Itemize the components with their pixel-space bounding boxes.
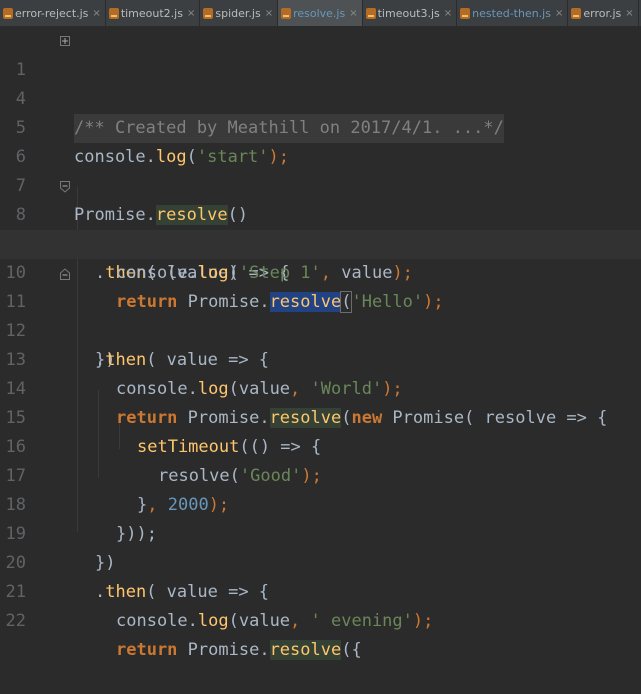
tab-label: error-reject.js xyxy=(15,6,89,20)
close-icon[interactable]: × xyxy=(555,8,563,19)
token: , xyxy=(290,611,301,631)
code-editor[interactable]: 1 /** Created by Meathill on 2017/4/1. .… xyxy=(0,27,641,660)
js-file-icon xyxy=(108,7,119,19)
token: resolve xyxy=(269,640,342,660)
tab-error-reject[interactable]: error-reject.js × xyxy=(0,0,106,26)
code-line: 16 resolve('Good'); xyxy=(0,404,641,486)
editor-tab-bar: error-reject.js × timeout2.js × spider.j… xyxy=(0,0,641,27)
js-file-icon xyxy=(203,7,214,19)
tab-error[interactable]: error.js × xyxy=(568,0,639,26)
code-line: 6 xyxy=(0,114,641,167)
tab-label: nested-then.js xyxy=(472,6,551,20)
code-line-current: 10 return Promise.resolve('Hello'); xyxy=(0,230,641,313)
tab-nested-then[interactable]: nested-then.js × xyxy=(457,0,569,26)
code-line: 17 }, 2000); xyxy=(0,433,641,515)
code-line: 21 console.log(value, ' evening'); xyxy=(0,549,641,631)
code-line: 20 .then( value => { xyxy=(0,520,641,602)
code-line: 13 console.log(value, 'World'); xyxy=(0,317,641,399)
close-icon[interactable]: × xyxy=(187,8,195,19)
token: Promise xyxy=(177,640,260,660)
code-line: 12 .then( value => { xyxy=(0,288,641,370)
close-icon[interactable]: × xyxy=(265,8,273,19)
tab-timeout3[interactable]: timeout3.js × xyxy=(363,0,458,26)
code-line: 15 setTimeout(() => { xyxy=(0,375,641,457)
js-file-icon xyxy=(460,7,471,19)
code-line: 19 }) xyxy=(0,491,641,573)
tab-timeout2[interactable]: timeout2.js × xyxy=(106,0,201,26)
code-line: 4 xyxy=(0,56,641,109)
code-line: 22 return Promise.resolve({ xyxy=(0,578,641,660)
js-file-icon xyxy=(365,7,376,19)
tab-label: resolve.js xyxy=(293,6,346,20)
tab-label: spider.js xyxy=(215,6,261,20)
token: console xyxy=(116,611,188,631)
token: ({ xyxy=(341,640,362,660)
token: (value xyxy=(228,611,291,631)
tab-label: timeout3.js xyxy=(377,6,440,20)
js-file-icon xyxy=(571,7,582,19)
tab-label: timeout2.js xyxy=(120,6,183,20)
fold-collapse-icon[interactable] xyxy=(60,181,70,193)
close-icon[interactable]: × xyxy=(625,8,633,19)
close-icon[interactable]: × xyxy=(444,8,452,19)
close-icon[interactable]: × xyxy=(349,8,357,19)
tab-label: error.js xyxy=(583,6,622,20)
token: log xyxy=(197,611,229,631)
token: ' evening' xyxy=(300,611,413,631)
token: . xyxy=(259,640,270,660)
js-file-icon xyxy=(3,7,13,19)
code-text: return Promise.resolve({ xyxy=(116,636,362,665)
fold-expand-icon[interactable] xyxy=(60,36,70,46)
code-line: 9 console.log('Step 1', value); xyxy=(0,201,641,283)
code-line: 14 return Promise.resolve(new Promise( r… xyxy=(0,346,641,428)
code-line: 8 .then( (value) => { xyxy=(0,172,641,283)
tab-spider[interactable]: spider.js × xyxy=(200,0,279,26)
token: . xyxy=(187,611,198,631)
token: ); xyxy=(412,611,434,631)
js-file-icon xyxy=(281,7,292,19)
close-icon[interactable]: × xyxy=(92,8,100,19)
code-text: console.log(value, ' evening'); xyxy=(116,607,433,636)
code-line: 5 console.log('start'); xyxy=(0,85,641,167)
token: return xyxy=(116,640,178,660)
code-line: 11 }) xyxy=(0,259,641,370)
line-number: 22 xyxy=(5,611,26,631)
code-line: 1 /** Created by Meathill on 2017/4/1. .… xyxy=(0,27,641,143)
tab-resolve[interactable]: resolve.js × xyxy=(278,0,363,26)
code-line: 7 Promise.resolve() xyxy=(0,143,641,225)
fold-end-icon[interactable] xyxy=(60,268,70,280)
code-line: 18 })); xyxy=(0,462,641,544)
